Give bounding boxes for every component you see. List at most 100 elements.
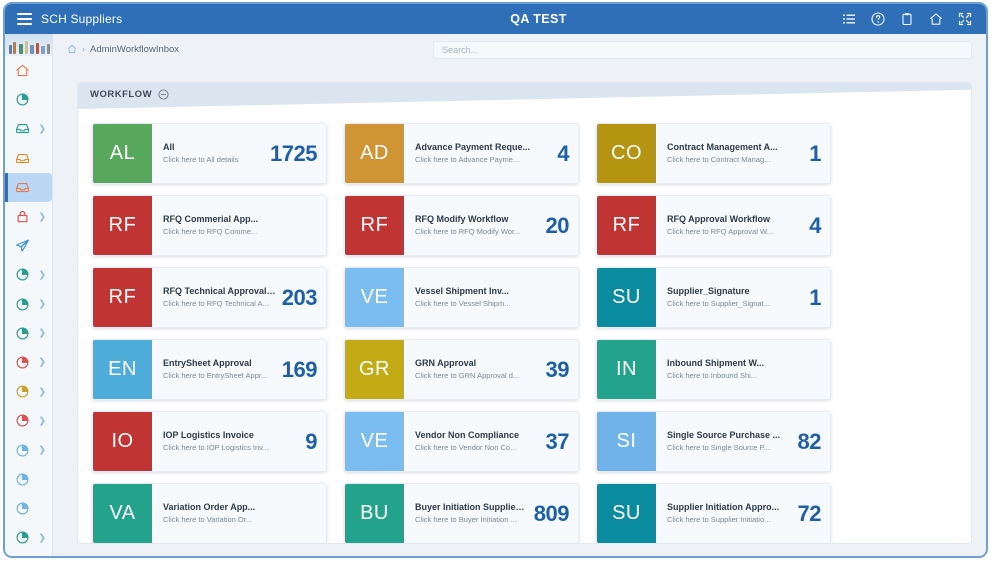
tile-count: 1725 <box>270 140 317 166</box>
tile-subtitle: Click here to Advance Payme... <box>415 155 520 165</box>
sidebar-item-11[interactable]: ❯ <box>5 377 52 406</box>
chevron-right-icon[interactable]: ❯ <box>38 533 46 542</box>
tile-count: 39 <box>545 356 570 382</box>
sidebar-item-14[interactable] <box>5 465 52 494</box>
workflow-tile[interactable]: CO Contract Management A... Click here to … <box>596 123 831 184</box>
workflow-tile[interactable]: RF RFQ Commerial App... Click here to RFQ … <box>92 195 327 256</box>
pie-chart-icon <box>15 472 30 487</box>
workflow-tile[interactable]: RF RFQ Technical Approval ... Click here t… <box>92 267 327 328</box>
tile-badge: EN <box>93 340 152 399</box>
workflow-tile[interactable]: VE Vendor Non Compliance Click here to Ven… <box>344 411 579 472</box>
hamburger-icon[interactable] <box>17 13 32 25</box>
workflow-tile[interactable]: SU Supplier Initiation Appro... Click here… <box>596 483 831 543</box>
tile-body: Buyer Initiation Supplier ... Click here … <box>404 484 578 543</box>
tile-badge: VA <box>93 484 152 543</box>
sidebar-item-9[interactable]: ❯ <box>5 319 52 348</box>
search-input[interactable] <box>433 40 972 59</box>
tile-count: 82 <box>797 428 822 454</box>
help-circle-icon[interactable] <box>871 12 885 26</box>
breadcrumb-bar: › AdminWorkflowInbox <box>53 34 986 64</box>
sidebar-item-10[interactable]: ❯ <box>5 348 52 377</box>
workflow-tile[interactable]: BU Buyer Initiation Supplier ... Click her… <box>344 483 579 543</box>
tile-title: EntrySheet Approval <box>163 358 252 369</box>
sidebar-item-4[interactable] <box>5 172 52 202</box>
home-icon[interactable] <box>929 12 943 26</box>
tile-texts: Contract Management A... Click here to Co… <box>667 142 809 165</box>
workflow-tile[interactable]: SU Supplier_Signature Click here to Suppli… <box>596 267 831 328</box>
workflow-tile[interactable]: VE Vessel Shipment Inv... Click here to Ve… <box>344 267 579 328</box>
home-icon[interactable] <box>67 44 77 54</box>
tile-badge: IN <box>597 340 656 399</box>
tile-subtitle: Click here to All details <box>163 155 239 165</box>
sidebar-item-7[interactable]: ❯ <box>5 260 52 289</box>
sidebar-item-3[interactable] <box>5 144 52 173</box>
tile-body: Vessel Shipment Inv... Click here to Vess… <box>404 268 578 327</box>
tile-title: Vendor Non Compliance <box>415 430 520 441</box>
workflow-tile[interactable]: EN EntrySheet Approval Click here to Entry… <box>92 339 327 400</box>
pie-chart-icon <box>15 355 30 370</box>
sidebar-item-5[interactable]: ❯ <box>5 202 52 231</box>
tile-count: 809 <box>533 500 570 526</box>
fullscreen-icon[interactable] <box>958 12 972 26</box>
pie-chart-icon <box>15 413 30 428</box>
tile-count: 1 <box>809 140 821 166</box>
tile-badge-text: SI <box>616 430 637 452</box>
workflow-panel: WORKFLOW AL All Click here to All details 1… <box>77 82 972 544</box>
tile-badge-text: VE <box>360 430 389 452</box>
sidebar-item-0[interactable] <box>5 56 52 85</box>
tile-body: Single Source Purchase ... Click here to … <box>656 412 830 471</box>
chevron-right-icon[interactable]: ❯ <box>38 387 46 396</box>
tile-title: GRN Approval <box>415 358 477 369</box>
sidebar-item-12[interactable]: ❯ <box>5 406 52 435</box>
tile-subtitle: Click here to RFQ Approval W... <box>667 227 773 237</box>
chevron-right-icon[interactable]: ❯ <box>38 416 46 425</box>
tile-body: Variation Order App... Click here to Vari… <box>152 484 326 543</box>
chevron-right-icon[interactable]: ❯ <box>38 212 46 221</box>
workflow-tile[interactable]: VA Variation Order App... Click here to Va… <box>92 483 327 543</box>
chevron-right-icon[interactable]: ❯ <box>38 357 46 367</box>
chevron-right-icon[interactable]: ❯ <box>38 124 46 133</box>
sidebar-item-8[interactable]: ❯ <box>5 290 52 319</box>
tile-count: 4 <box>809 212 821 238</box>
tile-body: Advance Payment Reque... Click here to Ad… <box>404 124 578 183</box>
chevron-right-icon[interactable]: ❯ <box>38 328 46 338</box>
tile-texts: RFQ Approval Workflow Click here to RFQ A… <box>667 214 809 237</box>
pie-chart-icon <box>15 326 30 341</box>
tile-subtitle: Click here to Variation Or... <box>163 515 253 525</box>
workflow-tile[interactable]: SI Single Source Purchase ... Click here t… <box>596 411 831 472</box>
workflow-tile[interactable]: RF RFQ Modify Workflow Click here to RFQ M… <box>344 195 579 256</box>
sidebar-item-2[interactable]: ❯ <box>5 114 52 143</box>
tile-texts: RFQ Technical Approval ... Click here to … <box>163 286 282 309</box>
home-icon <box>15 63 30 78</box>
tile-badge-text: IN <box>616 358 637 380</box>
sidebar-item-13[interactable]: ❯ <box>5 435 52 464</box>
chevron-right-icon[interactable]: ❯ <box>38 299 46 309</box>
workflow-tile[interactable]: IO IOP Logistics Invoice Click here to IOP… <box>92 411 327 472</box>
sidebar-item-16[interactable]: ❯ <box>5 523 52 552</box>
sidebar-item-1[interactable] <box>5 85 52 114</box>
tile-body: IOP Logistics Invoice Click here to IOP L… <box>152 412 326 471</box>
sidebar-item-6[interactable] <box>5 231 52 260</box>
workflow-tile[interactable]: RF RFQ Approval Workflow Click here to RFQ… <box>596 195 831 256</box>
tile-badge-text: SU <box>612 502 641 524</box>
window-frame: SCH Suppliers QA TEST ❯ ❯ ❯ ❯ ❯ ❯ ❯ ❯ ❯ … <box>3 2 988 558</box>
tile-badge-text: RF <box>108 214 137 236</box>
tile-subtitle: Click here to EntrySheet Appr... <box>163 371 268 381</box>
tile-subtitle: Click here to GRN Approval d... <box>415 371 520 381</box>
tile-badge-text: VA <box>109 502 136 524</box>
breadcrumb-current[interactable]: AdminWorkflowInbox <box>90 44 179 55</box>
panel-title: WORKFLOW <box>90 89 153 100</box>
chevron-right-icon[interactable]: ❯ <box>38 445 46 455</box>
workflow-tile[interactable]: AL All Click here to All details 1725 <box>92 123 327 184</box>
list-icon[interactable] <box>842 12 856 26</box>
chevron-right-icon[interactable]: ❯ <box>38 270 46 279</box>
workflow-tile[interactable]: IN Inbound Shipment W... Click here to Inb… <box>596 339 831 400</box>
workflow-tile[interactable]: AD Advance Payment Reque... Click here to … <box>344 123 579 184</box>
minus-circle-icon[interactable] <box>158 89 169 100</box>
sidebar-item-17[interactable]: ❯ <box>5 552 52 556</box>
tile-badge: RF <box>93 196 152 255</box>
sidebar-item-15[interactable] <box>5 494 52 523</box>
clipboard-icon[interactable] <box>900 12 914 26</box>
workflow-tile[interactable]: GR GRN Approval Click here to GRN Approval… <box>344 339 579 400</box>
tile-body: RFQ Modify Workflow Click here to RFQ Mod… <box>404 196 578 255</box>
